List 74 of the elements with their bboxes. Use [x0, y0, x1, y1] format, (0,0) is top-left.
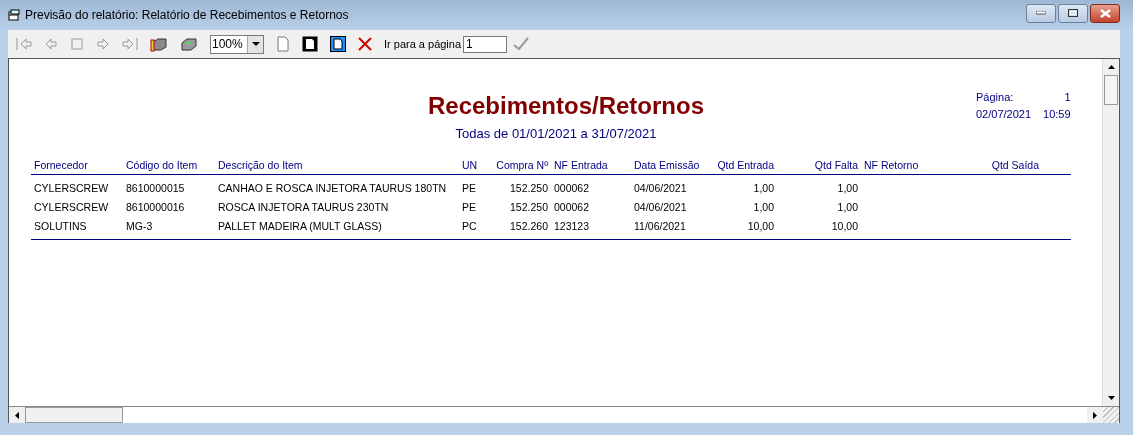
- column-header: Descrição do Item: [218, 159, 304, 171]
- table-cell-text: 1,00: [836, 200, 859, 213]
- table-cell-text: SOLUTINS: [34, 219, 88, 232]
- table-cell-text: 8610000015: [126, 181, 186, 194]
- table-cell-text: CYLERSCREW: [34, 200, 110, 213]
- checkmark-icon[interactable]: [513, 37, 530, 51]
- scroll-up-icon[interactable]: [1107, 65, 1115, 69]
- table-cell-text: PC: [462, 219, 478, 232]
- column-header: Código do Item: [126, 159, 199, 171]
- scroll-thumb[interactable]: [1104, 75, 1118, 105]
- table-cell-text: 10,00: [746, 219, 775, 232]
- table-cell-text: 1,00: [752, 200, 775, 213]
- column-header: Qtd Entrada: [716, 159, 775, 171]
- table-cell-text: 000062: [554, 181, 591, 194]
- last-page-icon[interactable]: [122, 37, 138, 51]
- report-subtitle: Todas de 01/01/2021 a 31/07/2021: [455, 126, 657, 141]
- table-cell-text: PE: [462, 200, 477, 213]
- minimize-icon: [1036, 11, 1046, 15]
- table-cell-text: MG-3: [126, 219, 154, 232]
- table-cell-text: 11/06/2021: [634, 219, 687, 232]
- table-cell-text: 1,00: [836, 181, 859, 194]
- window-title: Previsão do relatório: Relatório de Recebimentos e Retornos: [25, 8, 349, 22]
- caret-icon: [251, 42, 260, 46]
- column-header: Fornecedor: [34, 159, 89, 171]
- resize-grip[interactable]: [1103, 407, 1119, 423]
- table-cell-text: PE: [462, 181, 477, 194]
- window-icon: [8, 9, 20, 21]
- report-time: 10:59: [1043, 108, 1071, 120]
- close-button[interactable]: [1090, 3, 1120, 23]
- column-header: Data Emissão: [634, 159, 701, 171]
- scroll-left-icon[interactable]: [15, 411, 19, 419]
- table-cell-text: 000062: [554, 200, 591, 213]
- page-width-icon[interactable]: [302, 36, 318, 52]
- full-page-icon[interactable]: [330, 36, 346, 52]
- column-header: NF Retorno: [864, 159, 920, 171]
- page-label: Página:: [976, 91, 1014, 103]
- table-cell-text: CYLERSCREW: [34, 181, 110, 194]
- vertical-scrollbar[interactable]: [1102, 59, 1119, 406]
- table-cell-text: PALLET MADEIRA (MULT GLASS): [218, 219, 383, 232]
- scroll-right-icon[interactable]: [1093, 411, 1097, 419]
- table-cell-text: 123123: [554, 219, 591, 232]
- horizontal-scrollbar[interactable]: [9, 406, 1119, 423]
- maximize-button[interactable]: [1058, 3, 1088, 23]
- page-icon[interactable]: [276, 36, 290, 52]
- zoom-dropdown[interactable]: 100%: [210, 34, 264, 54]
- scroll-thumb[interactable]: [25, 407, 123, 423]
- close-icon: [1099, 8, 1111, 18]
- table-cell-text: 152.260: [509, 219, 549, 232]
- previous-page-icon[interactable]: [44, 37, 58, 51]
- table-cell-text: 152.250: [509, 200, 549, 213]
- column-header: NF Entrada: [554, 159, 609, 171]
- scroll-down-icon[interactable]: [1107, 396, 1115, 400]
- goto-page-label: Ir para a página: [384, 38, 462, 50]
- page-number: 1: [1064, 91, 1071, 103]
- page-number-field[interactable]: 1: [463, 35, 508, 53]
- maximize-icon: [1068, 9, 1078, 17]
- table-cell-text: 04/06/2021: [634, 181, 688, 194]
- printer-setup-icon[interactable]: [150, 36, 168, 52]
- report-title: Recebimentos/Retornos: [427, 91, 705, 121]
- column-header: Qtd Falta: [813, 159, 859, 171]
- column-header: Compra Nº: [495, 159, 549, 171]
- table-cell-text: 10,00: [830, 219, 859, 232]
- table-cell-text: ROSCA INJETORA TAURUS 230TN: [218, 200, 390, 213]
- table-cell-text: 8610000016: [126, 200, 186, 213]
- column-header: UN: [462, 159, 479, 171]
- close-icon[interactable]: [358, 37, 372, 51]
- table-cell-text: CANHAO E ROSCA INJETORA TAURUS 180TN: [218, 181, 448, 194]
- column-header: Qtd Saída: [990, 159, 1040, 171]
- table-cell-text: 1,00: [752, 181, 775, 194]
- table-cell-text: 152.250: [509, 181, 549, 194]
- next-page-icon[interactable]: [96, 37, 110, 51]
- report-date: 02/07/2021: [976, 108, 1032, 120]
- table-cell-text: 04/06/2021: [634, 200, 688, 213]
- printer-icon[interactable]: [180, 36, 198, 52]
